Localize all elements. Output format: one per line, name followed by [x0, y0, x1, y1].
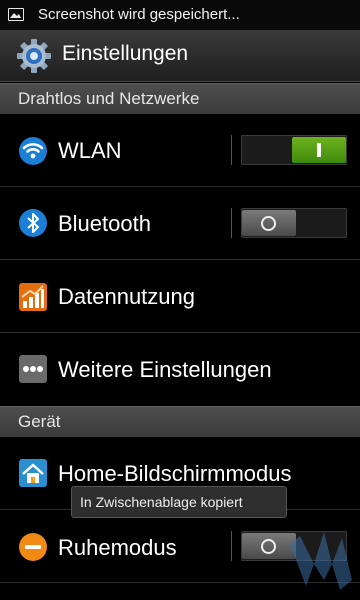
status-notification-text: Screenshot wird gespeichert...: [38, 6, 240, 23]
gear-icon: [17, 39, 51, 73]
bluetooth-icon: [19, 209, 47, 237]
image-icon: [8, 8, 24, 21]
settings-item-label: Datennutzung: [58, 284, 195, 309]
watermark-logo-icon: [290, 532, 352, 590]
section-header-label: Gerät: [18, 412, 61, 431]
settings-item-label: WLAN: [58, 138, 122, 163]
bluetooth-toggle[interactable]: [241, 208, 347, 238]
section-header-wireless: Drahtlos und Netzwerke: [0, 83, 360, 114]
wifi-icon: [19, 137, 47, 165]
divider: [231, 208, 232, 238]
section-header-device: Gerät: [0, 406, 360, 437]
divider: [231, 135, 232, 165]
settings-item-label: Bluetooth: [58, 211, 151, 236]
page-title: Einstellungen: [62, 42, 189, 65]
settings-item-more-settings[interactable]: Weitere Einstellungen: [0, 333, 360, 405]
more-dots-icon: [19, 355, 47, 383]
data-usage-icon: [19, 283, 47, 311]
settings-item-bluetooth[interactable]: Bluetooth: [0, 187, 360, 259]
status-bar: Screenshot wird gespeichert...: [0, 0, 360, 31]
sleep-mode-icon: [19, 533, 47, 561]
settings-item-label: Ruhemodus: [58, 535, 177, 560]
settings-item-data-usage[interactable]: Datennutzung: [0, 260, 360, 332]
wlan-toggle[interactable]: [241, 135, 347, 165]
toast-text: In Zwischenablage kopiert: [80, 494, 243, 510]
home-icon: [19, 459, 47, 487]
settings-item-wlan[interactable]: WLAN: [0, 114, 360, 186]
toggle-knob: [242, 210, 296, 236]
divider: [231, 531, 232, 561]
title-bar: Einstellungen: [0, 30, 360, 82]
section-header-label: Drahtlos und Netzwerke: [18, 89, 200, 108]
toast-message: In Zwischenablage kopiert: [71, 486, 287, 518]
settings-item-label: Weitere Einstellungen: [58, 357, 272, 382]
toggle-knob: [292, 137, 346, 163]
settings-item-label: Home-Bildschirmmodus: [58, 461, 292, 486]
